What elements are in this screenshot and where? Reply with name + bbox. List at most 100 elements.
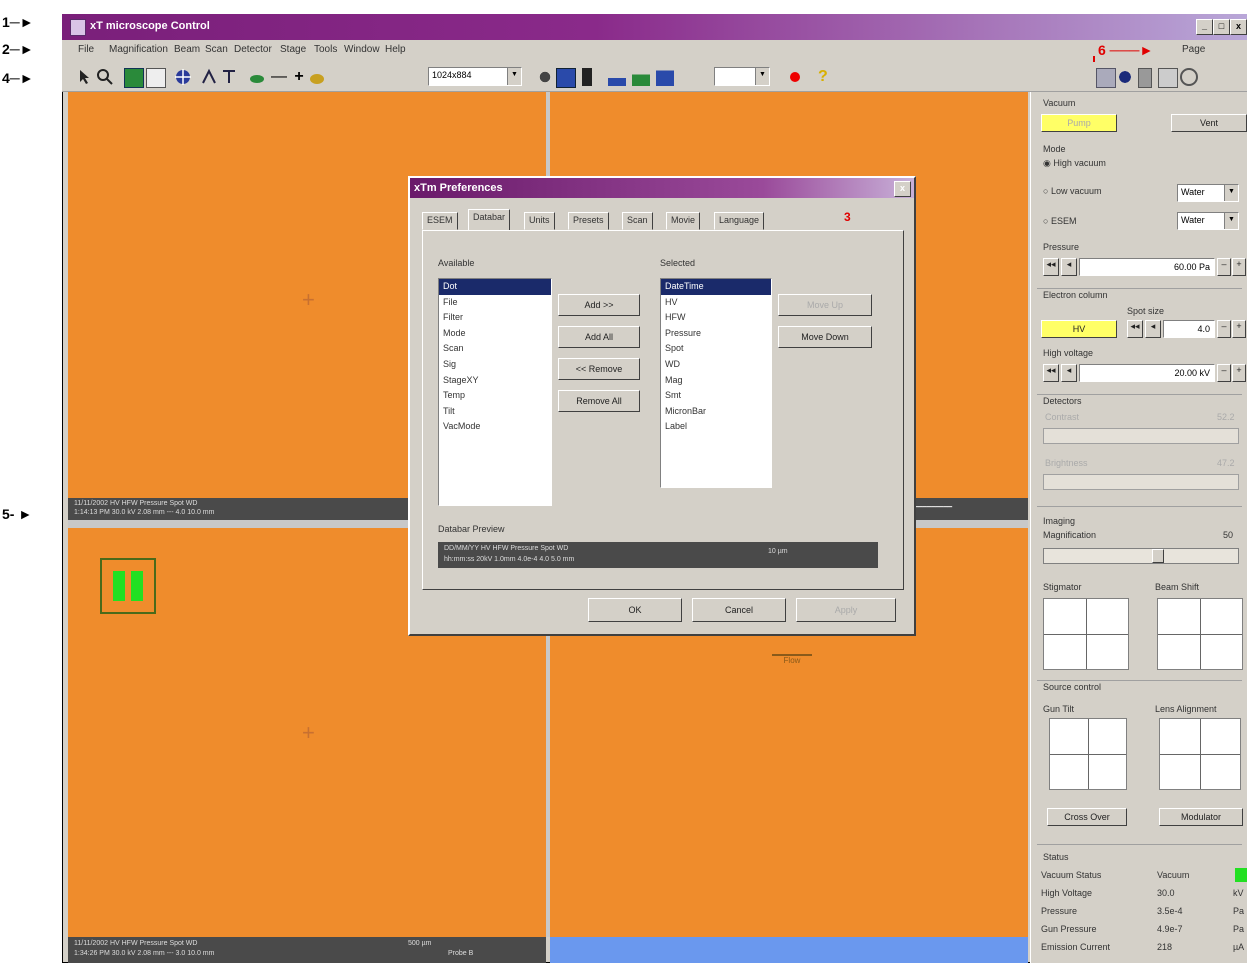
gun-tilt-pad[interactable] [1049,718,1127,790]
minimize-button[interactable]: _ [1196,19,1213,35]
radio-esem[interactable]: ○ ESEM [1043,216,1076,226]
tortoise-icon[interactable] [308,68,326,86]
close-button[interactable]: x [1230,19,1247,35]
screen-icon[interactable] [556,68,576,88]
probe-icon[interactable] [220,68,238,86]
move-down-button[interactable]: Move Down [778,326,872,348]
high-voltage-value[interactable]: 20.00 kV [1079,364,1215,382]
page-tab-2-icon[interactable] [1116,68,1134,86]
list-item[interactable]: StageXY [439,373,551,389]
tab-language[interactable]: Language [714,212,765,230]
spot-coarse-button[interactable]: ◂◂ [1127,320,1143,338]
pressure-value[interactable]: 60.00 Pa [1079,258,1215,276]
list-item[interactable]: Filter [439,310,551,326]
document-icon[interactable] [146,68,166,88]
list-item[interactable]: Dot [439,279,551,295]
paused-box[interactable] [100,558,156,614]
contrast-slider[interactable] [1043,428,1239,444]
zoom-icon[interactable] [96,68,114,86]
menu-file[interactable]: File [78,44,94,55]
magnification-slider[interactable] [1043,548,1239,564]
list-item[interactable]: Mode [439,326,551,342]
pointer-icon[interactable] [76,68,94,86]
page-label[interactable]: Page [1182,44,1205,55]
maximize-button[interactable]: □ [1213,19,1230,35]
bars-low-icon[interactable] [608,68,626,86]
camera-icon[interactable] [536,68,554,86]
radio-high-vacuum[interactable]: ◉ High vacuum [1043,158,1106,169]
list-item[interactable]: MicronBar [661,404,771,420]
radio-low-vacuum[interactable]: ○ Low vacuum [1043,186,1101,196]
menu-help[interactable]: Help [385,44,406,55]
stigmator-pad[interactable] [1043,598,1129,670]
list-item[interactable]: Mag [661,373,771,389]
magnification-thumb[interactable] [1152,549,1164,563]
page-tab-3-icon[interactable] [1138,68,1152,88]
tab-scan[interactable]: Scan [622,212,653,230]
list-item[interactable]: Temp [439,388,551,404]
gas-select-2[interactable]: Water ▼ [1177,212,1239,230]
list-item[interactable]: Pressure [661,326,771,342]
rabbit-icon[interactable] [248,68,266,86]
pressure-up-button[interactable]: + [1232,258,1246,276]
scan-select[interactable]: ▼ [714,67,770,86]
ok-button[interactable]: OK [588,598,682,622]
crossover-button[interactable]: Cross Over [1047,808,1127,826]
spot-up-button[interactable]: + [1232,320,1246,338]
gas-select-1[interactable]: Water ▼ [1177,184,1239,202]
list-item[interactable]: File [439,295,551,311]
hv-coarse-button[interactable]: ◂◂ [1043,364,1059,382]
tool-icon[interactable] [200,68,218,86]
lens-alignment-pad[interactable] [1159,718,1241,790]
modulator-button[interactable]: Modulator [1159,808,1243,826]
menu-magnification[interactable]: Magnification [109,44,168,55]
cancel-button[interactable]: Cancel [692,598,786,622]
menu-scan[interactable]: Scan [205,44,228,55]
list-item[interactable]: HFW [661,310,771,326]
list-item[interactable]: Scan [439,341,551,357]
page-tab-1-icon[interactable] [1096,68,1116,88]
menu-detector[interactable]: Detector [234,44,272,55]
crosshair-icon[interactable] [174,68,192,86]
available-list[interactable]: Dot File Filter Mode Scan Sig StageXY Te… [438,278,552,506]
selected-list[interactable]: DateTime HV HFW Pressure Spot WD Mag Smt… [660,278,772,488]
page-tab-5-icon[interactable] [1180,68,1198,86]
apply-button[interactable]: Apply [796,598,896,622]
list-item[interactable]: WD [661,357,771,373]
list-item[interactable]: Label [661,419,771,435]
list-item[interactable]: DateTime [661,279,771,295]
add-all-button[interactable]: Add All [558,326,640,348]
pressure-fine-button[interactable]: ◂ [1061,258,1077,276]
tab-databar[interactable]: Databar [468,209,511,230]
dialog-close-button[interactable]: x [894,181,911,197]
bars-mid-icon[interactable] [632,68,650,86]
hv-down-button[interactable]: – [1217,364,1231,382]
tab-movie[interactable]: Movie [666,212,701,230]
hv-up-button[interactable]: + [1232,364,1246,382]
hv-fine-button[interactable]: ◂ [1061,364,1077,382]
list-item[interactable]: Sig [439,357,551,373]
tab-esem[interactable]: ESEM [422,212,458,230]
list-item[interactable]: Smt [661,388,771,404]
help-icon[interactable]: ? [818,68,836,86]
spot-down-button[interactable]: – [1217,320,1231,338]
stop-icon[interactable] [582,68,592,86]
menu-window[interactable]: Window [344,44,380,55]
page-tab-4-icon[interactable] [1158,68,1178,88]
menu-tools[interactable]: Tools [314,44,337,55]
list-item[interactable]: VacMode [439,419,551,435]
pressure-coarse-button[interactable]: ◂◂ [1043,258,1059,276]
remove-all-button[interactable]: Remove All [558,390,640,412]
spot-value[interactable]: 4.0 [1163,320,1215,338]
resolution-select[interactable]: 1024x884 ▼ [428,67,522,86]
pump-button[interactable]: Pump [1041,114,1117,132]
vent-button[interactable]: Vent [1171,114,1247,132]
image-icon[interactable] [124,68,144,88]
bars-high-icon[interactable] [656,68,674,86]
add-button[interactable]: Add >> [558,294,640,316]
move-up-button[interactable]: Move Up [778,294,872,316]
list-item[interactable]: Spot [661,341,771,357]
remove-button[interactable]: << Remove [558,358,640,380]
plus-icon[interactable]: + [290,68,308,86]
list-item[interactable]: Tilt [439,404,551,420]
